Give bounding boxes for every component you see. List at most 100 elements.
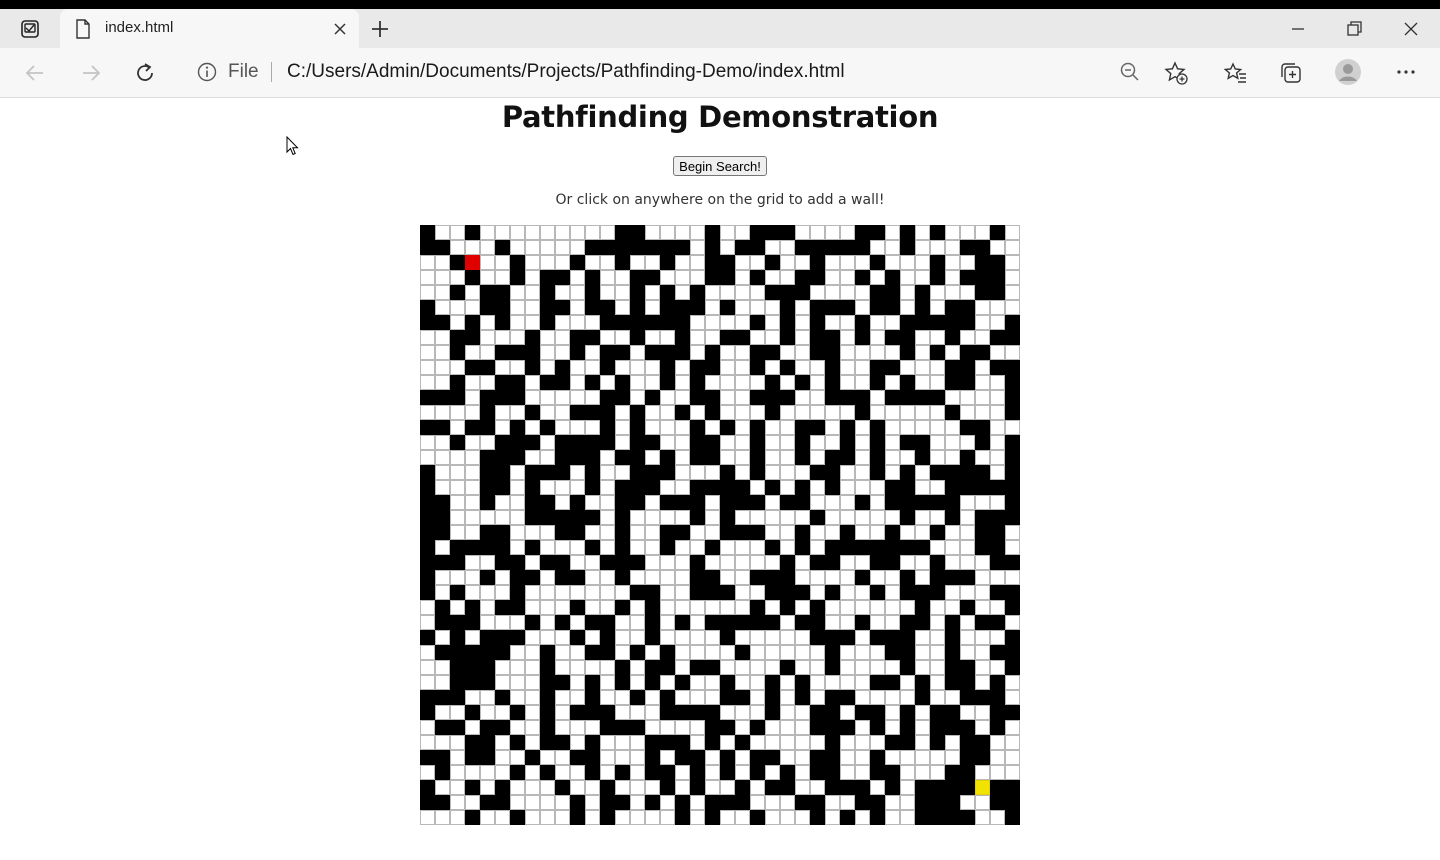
grid-cell[interactable] xyxy=(570,765,585,780)
grid-cell[interactable] xyxy=(690,675,705,690)
wall-cell[interactable] xyxy=(720,690,735,705)
grid-cell[interactable] xyxy=(450,705,465,720)
grid-cell[interactable] xyxy=(480,585,495,600)
wall-cell[interactable] xyxy=(540,420,555,435)
grid-cell[interactable] xyxy=(900,600,915,615)
grid-cell[interactable] xyxy=(450,465,465,480)
grid-cell[interactable] xyxy=(660,270,675,285)
wall-cell[interactable] xyxy=(690,570,705,585)
grid-cell[interactable] xyxy=(810,570,825,585)
wall-cell[interactable] xyxy=(540,765,555,780)
grid-cell[interactable] xyxy=(480,780,495,795)
grid-cell[interactable] xyxy=(840,705,855,720)
wall-cell[interactable] xyxy=(780,285,795,300)
wall-cell[interactable] xyxy=(900,630,915,645)
wall-cell[interactable] xyxy=(555,450,570,465)
wall-cell[interactable] xyxy=(1005,315,1020,330)
grid-cell[interactable] xyxy=(960,585,975,600)
wall-cell[interactable] xyxy=(810,465,825,480)
wall-cell[interactable] xyxy=(840,240,855,255)
grid-cell[interactable] xyxy=(495,735,510,750)
grid-cell[interactable] xyxy=(795,750,810,765)
grid-cell[interactable] xyxy=(960,525,975,540)
wall-cell[interactable] xyxy=(945,300,960,315)
wall-cell[interactable] xyxy=(540,285,555,300)
wall-cell[interactable] xyxy=(450,645,465,660)
grid-cell[interactable] xyxy=(540,630,555,645)
grid-cell[interactable] xyxy=(690,615,705,630)
grid-cell[interactable] xyxy=(825,255,840,270)
grid-cell[interactable] xyxy=(600,255,615,270)
wall-cell[interactable] xyxy=(540,690,555,705)
wall-cell[interactable] xyxy=(930,525,945,540)
grid-cell[interactable] xyxy=(450,750,465,765)
grid-cell[interactable] xyxy=(930,375,945,390)
grid-cell[interactable] xyxy=(900,405,915,420)
grid-cell[interactable] xyxy=(660,720,675,735)
grid-cell[interactable] xyxy=(765,300,780,315)
grid-cell[interactable] xyxy=(735,540,750,555)
wall-cell[interactable] xyxy=(600,630,615,645)
wall-cell[interactable] xyxy=(435,390,450,405)
wall-cell[interactable] xyxy=(1005,495,1020,510)
wall-cell[interactable] xyxy=(885,555,900,570)
wall-cell[interactable] xyxy=(1005,375,1020,390)
wall-cell[interactable] xyxy=(825,780,840,795)
wall-cell[interactable] xyxy=(900,465,915,480)
grid-cell[interactable] xyxy=(825,525,840,540)
grid-cell[interactable] xyxy=(780,525,795,540)
grid-cell[interactable] xyxy=(960,630,975,645)
wall-cell[interactable] xyxy=(615,495,630,510)
wall-cell[interactable] xyxy=(825,450,840,465)
grid-cell[interactable] xyxy=(1005,225,1020,240)
wall-cell[interactable] xyxy=(615,600,630,615)
grid-cell[interactable] xyxy=(660,810,675,825)
wall-cell[interactable] xyxy=(495,600,510,615)
wall-cell[interactable] xyxy=(540,495,555,510)
wall-cell[interactable] xyxy=(705,720,720,735)
wall-cell[interactable] xyxy=(705,705,720,720)
grid-cell[interactable] xyxy=(990,750,1005,765)
grid-cell[interactable] xyxy=(930,540,945,555)
wall-cell[interactable] xyxy=(660,735,675,750)
wall-cell[interactable] xyxy=(750,225,765,240)
wall-cell[interactable] xyxy=(960,420,975,435)
wall-cell[interactable] xyxy=(660,780,675,795)
wall-cell[interactable] xyxy=(480,495,495,510)
wall-cell[interactable] xyxy=(1005,330,1020,345)
grid-cell[interactable] xyxy=(810,360,825,375)
grid-cell[interactable] xyxy=(450,510,465,525)
wall-cell[interactable] xyxy=(645,615,660,630)
grid-cell[interactable] xyxy=(540,780,555,795)
wall-cell[interactable] xyxy=(780,315,795,330)
grid-cell[interactable] xyxy=(465,510,480,525)
grid-cell[interactable] xyxy=(855,660,870,675)
wall-cell[interactable] xyxy=(750,570,765,585)
grid-cell[interactable] xyxy=(930,285,945,300)
grid-cell[interactable] xyxy=(465,465,480,480)
grid-cell[interactable] xyxy=(465,720,480,735)
grid-cell[interactable] xyxy=(720,240,735,255)
grid-cell[interactable] xyxy=(540,795,555,810)
grid-cell[interactable] xyxy=(435,480,450,495)
wall-cell[interactable] xyxy=(990,795,1005,810)
wall-cell[interactable] xyxy=(675,810,690,825)
grid-cell[interactable] xyxy=(855,675,870,690)
grid-cell[interactable] xyxy=(990,630,1005,645)
grid-cell[interactable] xyxy=(975,555,990,570)
wall-cell[interactable] xyxy=(555,435,570,450)
wall-cell[interactable] xyxy=(600,810,615,825)
grid-cell[interactable] xyxy=(990,345,1005,360)
grid-cell[interactable] xyxy=(660,750,675,765)
wall-cell[interactable] xyxy=(735,780,750,795)
wall-cell[interactable] xyxy=(480,480,495,495)
wall-cell[interactable] xyxy=(855,540,870,555)
grid-cell[interactable] xyxy=(585,390,600,405)
wall-cell[interactable] xyxy=(915,435,930,450)
grid-cell[interactable] xyxy=(540,390,555,405)
grid-cell[interactable] xyxy=(450,300,465,315)
grid-cell[interactable] xyxy=(750,285,765,300)
grid-cell[interactable] xyxy=(705,330,720,345)
wall-cell[interactable] xyxy=(600,240,615,255)
grid-cell[interactable] xyxy=(525,675,540,690)
